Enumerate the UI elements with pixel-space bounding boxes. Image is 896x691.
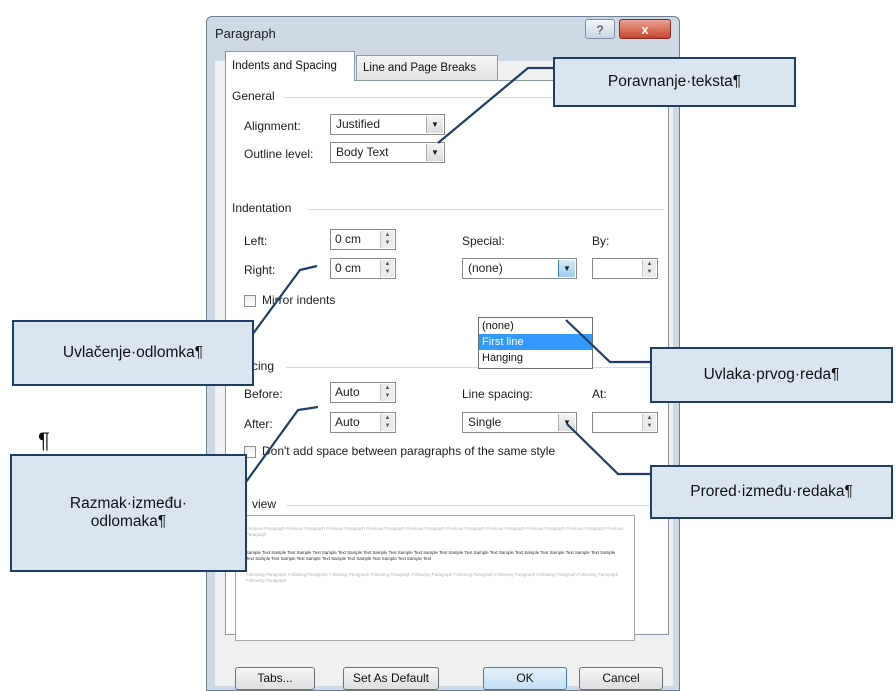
indentation-divider [308, 209, 664, 210]
callout-line-spacing: Prored·između·redaka¶ [650, 465, 893, 519]
tab-indents-and-spacing[interactable]: Indents and Spacing [225, 51, 355, 81]
spinner-arrows-icon[interactable]: ▲ ▼ [642, 260, 656, 277]
spinner-arrows-icon[interactable]: ▲ ▼ [380, 260, 394, 277]
paragraph-dialog: Paragraph ? x Indents and Spacing Line a… [206, 16, 680, 691]
ok-button[interactable]: OK [483, 667, 567, 690]
special-combo[interactable]: (none) ▼ [462, 258, 577, 279]
spacing-heading: cing [252, 359, 275, 373]
dont-add-space-label: Don't add space between paragraphs of th… [262, 444, 556, 458]
by-spinner[interactable]: ▲ ▼ [592, 258, 658, 279]
preview-previous-paragraph: Previous Paragraph Previous Paragraph Pr… [246, 526, 624, 537]
line-spacing-value: Single [468, 415, 502, 429]
callout-first-line-text: Uvlaka·prvog·reda¶ [703, 366, 840, 383]
chevron-down-icon[interactable]: ▼ [558, 414, 575, 431]
preview-divider [286, 505, 664, 506]
chevron-down-icon[interactable]: ▼ [426, 144, 443, 161]
dialog-title: Paragraph [215, 26, 276, 41]
help-button[interactable]: ? [585, 19, 615, 39]
at-spinner[interactable]: ▲ ▼ [592, 412, 658, 433]
spacing-divider [286, 367, 664, 368]
before-label: Before: [244, 387, 283, 401]
line-spacing-label: Line spacing: [462, 387, 533, 401]
spinner-arrows-icon[interactable]: ▲ ▼ [642, 414, 656, 431]
preview-box: Previous Paragraph Previous Paragraph Pr… [235, 515, 635, 641]
dialog-client: Indents and Spacing Line and Page Breaks… [215, 51, 673, 690]
callout-spacing-text-line2: odlomaka¶ [90, 513, 167, 530]
callout-indent-text: Uvlačenje·odlomka¶ [62, 344, 204, 361]
outline-level-label: Outline level: [244, 147, 314, 161]
callout-line-spacing-text: Prored·između·redaka¶ [690, 483, 853, 500]
callout-indent: Uvlačenje·odlomka¶ [12, 320, 254, 386]
preview-heading: view [252, 497, 277, 511]
preview-sample-text: Sample Text Sample Text Sample Text Samp… [246, 550, 616, 561]
left-label: Left: [244, 234, 268, 248]
right-label: Right: [244, 263, 276, 277]
special-label: Special: [462, 234, 505, 248]
special-value: (none) [468, 261, 503, 275]
outline-level-combo[interactable]: Body Text ▼ [330, 142, 445, 163]
set-as-default-button[interactable]: Set As Default [343, 667, 439, 690]
mirror-indents-label: Mirror indents [262, 293, 336, 307]
tab-line-and-page-breaks[interactable]: Line and Page Breaks [356, 55, 498, 81]
at-label: At: [592, 387, 607, 401]
left-indent-value: 0 cm [335, 232, 362, 246]
callout-spacing-text-line1: Razmak·između· [69, 495, 188, 512]
spinner-arrows-icon[interactable]: ▲ ▼ [380, 384, 394, 401]
spinner-arrows-icon[interactable]: ▲ ▼ [380, 231, 394, 248]
right-indent-spinner[interactable]: 0 cm ▲ ▼ [330, 258, 396, 279]
chevron-down-icon[interactable]: ▼ [426, 116, 443, 133]
by-label: By: [592, 234, 610, 248]
general-heading: General [232, 89, 275, 103]
callout-alignment-text: Poravnanje·teksta¶ [607, 73, 742, 90]
after-label: After: [244, 417, 273, 431]
special-option-none[interactable]: (none) [479, 318, 592, 334]
outline-level-value: Body Text [336, 145, 389, 159]
special-option-first-line[interactable]: First line [479, 334, 592, 350]
chevron-down-icon[interactable]: ▼ [558, 260, 575, 277]
alignment-label: Alignment: [244, 119, 301, 133]
close-button[interactable]: x [619, 19, 671, 39]
pilcrow-mark: ¶ [38, 428, 50, 453]
before-value: Auto [335, 385, 360, 399]
special-dropdown-list[interactable]: (none) First line Hanging [478, 317, 593, 369]
line-spacing-combo[interactable]: Single ▼ [462, 412, 577, 433]
indentation-heading: Indentation [232, 201, 292, 215]
after-spinner[interactable]: Auto ▲ ▼ [330, 412, 396, 433]
cancel-button[interactable]: Cancel [579, 667, 663, 690]
alignment-value: Justified [336, 117, 381, 131]
right-indent-value: 0 cm [335, 261, 362, 275]
callout-spacing: Razmak·između· odlomaka¶ [10, 454, 247, 572]
alignment-combo[interactable]: Justified ▼ [330, 114, 445, 135]
after-value: Auto [335, 415, 360, 429]
special-option-hanging[interactable]: Hanging [479, 350, 592, 366]
callout-alignment: Poravnanje·teksta¶ [553, 57, 796, 107]
before-spinner[interactable]: Auto ▲ ▼ [330, 382, 396, 403]
title-bar: Paragraph ? x [207, 17, 679, 47]
tabs-button[interactable]: Tabs... [235, 667, 315, 690]
left-indent-spinner[interactable]: 0 cm ▲ ▼ [330, 229, 396, 250]
spinner-arrows-icon[interactable]: ▲ ▼ [380, 414, 394, 431]
mirror-indents-checkbox[interactable] [244, 295, 256, 307]
preview-following-paragraph: Following Paragraph Following Paragraph … [246, 572, 619, 583]
callout-first-line: Uvlaka·prvog·reda¶ [650, 347, 893, 403]
